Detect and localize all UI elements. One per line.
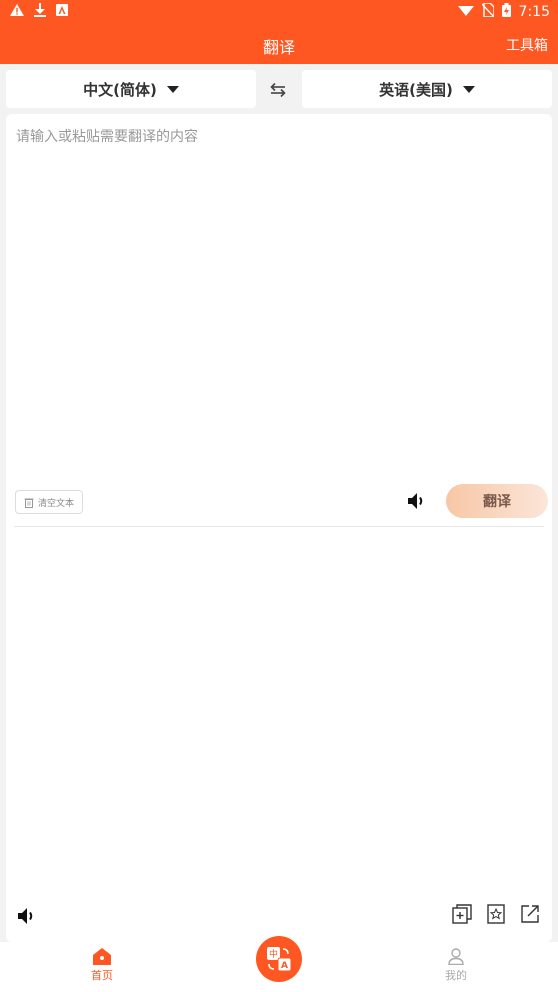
favorite-button[interactable] xyxy=(486,904,506,924)
tab-mine[interactable]: 我的 xyxy=(426,948,486,983)
battery-icon xyxy=(501,3,511,21)
source-text-input[interactable]: 请输入或粘贴需要翻译的内容 xyxy=(16,126,536,466)
no-sim-icon xyxy=(481,2,495,21)
target-language-select[interactable]: 英语(美国) xyxy=(302,70,552,108)
share-button[interactable] xyxy=(520,904,540,924)
translate-button[interactable]: 翻译 xyxy=(446,484,548,518)
translation-card: 请输入或粘贴需要翻译的内容 清空文本 翻译 xyxy=(6,114,552,942)
trash-icon xyxy=(24,498,34,508)
wifi-icon xyxy=(457,4,474,20)
swap-languages-button[interactable] xyxy=(262,78,294,102)
language-bar: 中文(简体) 英语(美国) xyxy=(0,64,558,114)
speak-result-button[interactable] xyxy=(14,904,38,928)
copy-icon xyxy=(452,904,472,924)
caret-down-icon xyxy=(166,85,179,93)
caret-down-icon xyxy=(462,85,475,93)
speaker-icon xyxy=(18,908,33,924)
status-bar: 7:15 xyxy=(0,0,558,24)
app-bar: 翻译 工具箱 xyxy=(0,24,558,64)
target-language-label: 英语(美国) xyxy=(379,80,453,99)
clock: 7:15 xyxy=(518,4,550,20)
tab-mine-label: 我的 xyxy=(445,969,467,982)
clear-text-label: 清空文本 xyxy=(38,498,75,509)
result-actions xyxy=(452,904,540,924)
home-icon xyxy=(93,948,111,965)
translate-fab-button[interactable]: 中 A xyxy=(256,936,302,982)
svg-text:A: A xyxy=(281,961,288,971)
warning-icon xyxy=(10,4,24,20)
clear-text-button[interactable]: 清空文本 xyxy=(15,490,84,514)
page-title: 翻译 xyxy=(262,38,295,57)
toolbox-button[interactable]: 工具箱 xyxy=(506,35,548,55)
tab-home-label: 首页 xyxy=(91,969,113,982)
swap-icon xyxy=(270,82,286,98)
translation-output xyxy=(16,538,536,888)
star-bookmark-icon xyxy=(487,904,505,924)
person-icon xyxy=(448,948,464,965)
svg-text:中: 中 xyxy=(269,948,278,960)
translate-icon: 中 A xyxy=(267,947,292,972)
speaker-icon xyxy=(408,493,423,509)
share-icon xyxy=(521,905,539,923)
copy-button[interactable] xyxy=(452,904,472,924)
speak-source-button[interactable] xyxy=(404,489,428,513)
divider xyxy=(14,526,544,527)
source-language-label: 中文(简体) xyxy=(83,80,157,99)
download-icon xyxy=(34,3,46,21)
a-box-icon xyxy=(56,4,68,20)
source-language-select[interactable]: 中文(简体) xyxy=(6,70,256,108)
tab-home[interactable]: 首页 xyxy=(72,948,132,983)
